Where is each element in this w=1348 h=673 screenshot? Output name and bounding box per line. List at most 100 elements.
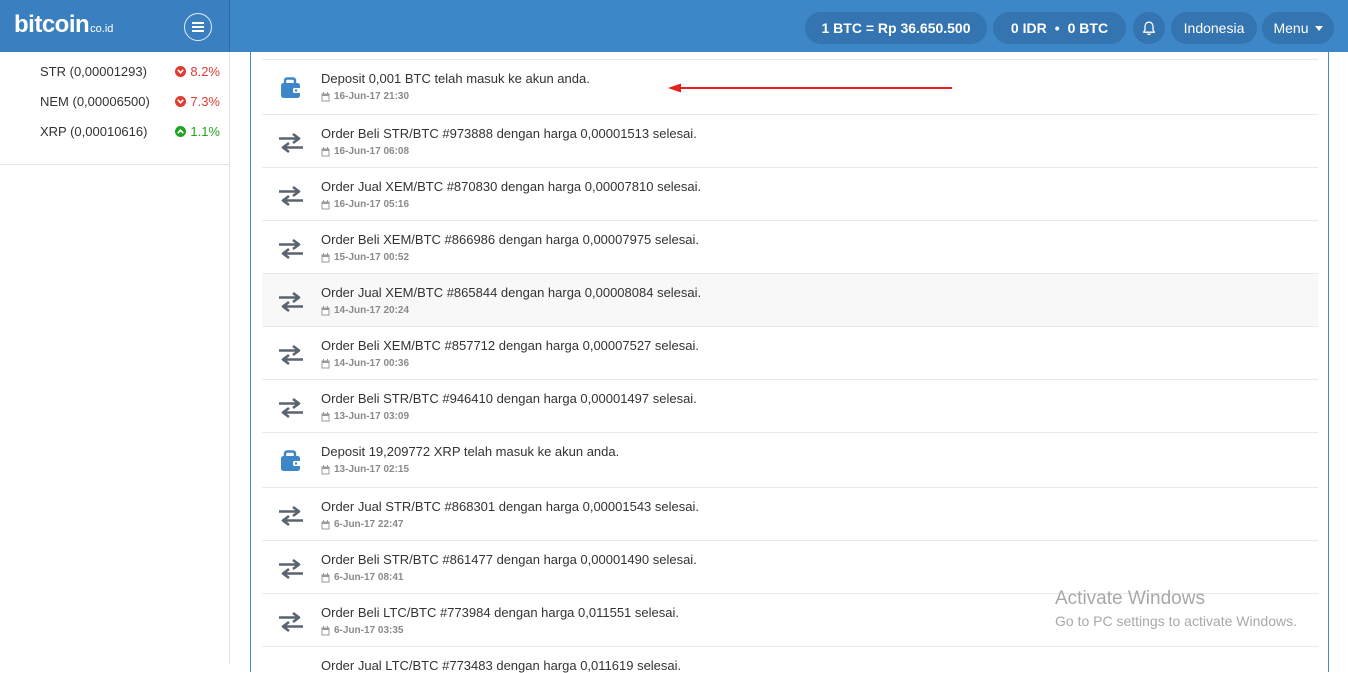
ticker-pair: NEM (0,00006500) [40, 94, 150, 109]
calendar-icon [321, 411, 330, 421]
logo[interactable]: bitcoinco.id [14, 11, 113, 39]
exchange-arrows-icon [279, 185, 303, 207]
arrow-up-icon [175, 126, 187, 137]
activity-panel: Deposit 0,001 BTC telah masuk ke akun an… [250, 52, 1329, 673]
activity-time: 16-Jun-17 05:16 [321, 199, 409, 210]
ticker-change: 7.3% [175, 94, 220, 109]
btc-rate-pill[interactable]: 1 BTC = Rp 36.650.500 [805, 12, 987, 44]
ticker-item[interactable]: NEM (0,00006500) 7.3% [40, 92, 220, 112]
exchange-arrows-icon [279, 238, 303, 260]
activity-time: 6-Jun-17 22:47 [321, 519, 403, 530]
ticker-change-value: 7.3% [190, 94, 220, 109]
activity-time: 6-Jun-17 08:41 [321, 572, 403, 583]
hamburger-icon [192, 22, 204, 32]
calendar-icon [321, 91, 330, 101]
activity-time-value: 16-Jun-17 21:30 [334, 91, 410, 102]
arrow-down-icon [175, 66, 187, 77]
ticker-change: 1.1% [175, 124, 220, 139]
activity-message: Deposit 0,001 BTC telah masuk ke akun an… [321, 71, 590, 86]
activity-time-value: 15-Jun-17 00:52 [334, 252, 410, 263]
bell-icon [1142, 21, 1156, 35]
language-selector[interactable]: Indonesia [1171, 12, 1257, 44]
balance-btc: 0 BTC [1067, 20, 1109, 36]
activity-message: Deposit 19,209772 XRP telah masuk ke aku… [321, 444, 620, 459]
balance-idr: 0 IDR [1010, 20, 1047, 36]
balance-pill[interactable]: 0 IDR • 0 BTC [993, 12, 1126, 44]
ticker-change-value: 1.1% [190, 124, 220, 139]
activity-item[interactable]: Order Beli STR/BTC #973888 dengan harga … [262, 115, 1318, 168]
activity-message: Order Jual STR/BTC #868301 dengan harga … [321, 499, 699, 514]
activity-item[interactable]: Order Beli STR/BTC #946410 dengan harga … [262, 380, 1318, 433]
language-label: Indonesia [1183, 20, 1245, 36]
watermark-subtitle: Go to PC settings to activate Windows. [1055, 613, 1297, 629]
annotation-arrow [668, 83, 952, 93]
calendar-icon [321, 358, 330, 368]
activity-item[interactable]: Order Beli XEM/BTC #857712 dengan harga … [262, 327, 1318, 380]
activity-time: 13-Jun-17 02:15 [321, 464, 409, 475]
activity-item[interactable]: Deposit 19,209772 XRP telah masuk ke aku… [262, 433, 1318, 488]
activity-item[interactable]: Order Jual LTC/BTC #773483 dengan harga … [262, 647, 1318, 673]
brand-area: bitcoinco.id [0, 0, 230, 52]
exchange-arrows-icon [279, 611, 303, 633]
exchange-arrows-icon [279, 132, 303, 154]
chevron-down-icon [1314, 25, 1323, 31]
activity-time-value: 14-Jun-17 20:24 [334, 305, 410, 316]
activity-time: 15-Jun-17 00:52 [321, 252, 409, 263]
activity-time: 13-Jun-17 03:09 [321, 411, 409, 422]
activity-time: 6-Jun-17 03:35 [321, 625, 403, 636]
activity-time-value: 13-Jun-17 03:09 [334, 411, 410, 422]
market-ticker-list: STR (0,00001293) 8.2% NEM (0,00006500) 7… [0, 52, 229, 165]
activity-item[interactable]: Order Jual XEM/BTC #865844 dengan harga … [262, 274, 1318, 327]
exchange-arrows-icon [279, 558, 303, 580]
menu-dropdown-button[interactable]: Menu [1262, 12, 1334, 44]
calendar-icon [321, 625, 330, 635]
calendar-icon [321, 199, 330, 209]
ticker-change: 8.2% [175, 64, 220, 79]
calendar-icon [321, 519, 330, 529]
exchange-arrows-icon [279, 505, 303, 527]
activity-time: 14-Jun-17 20:24 [321, 305, 409, 316]
wallet-icon [281, 450, 301, 471]
activity-time: 16-Jun-17 21:30 [321, 91, 409, 102]
notifications-button[interactable] [1133, 12, 1165, 44]
logo-suffix: co.id [90, 23, 114, 35]
ticker-item[interactable]: XRP (0,00010616) 1.1% [40, 122, 220, 142]
calendar-icon [321, 305, 330, 315]
ticker-item[interactable]: STR (0,00001293) 8.2% [40, 62, 220, 82]
activity-time-value: 6-Jun-17 22:47 [334, 519, 404, 530]
sidebar: STR (0,00001293) 8.2% NEM (0,00006500) 7… [0, 52, 230, 664]
menu-label: Menu [1273, 20, 1309, 36]
exchange-arrows-icon [279, 344, 303, 366]
sidebar-toggle-button[interactable] [184, 13, 212, 41]
activity-time-value: 13-Jun-17 02:15 [334, 464, 410, 475]
exchange-arrows-icon [279, 291, 303, 313]
logo-text: bitcoin [14, 11, 90, 38]
calendar-icon [321, 464, 330, 474]
activity-message: Order Jual LTC/BTC #773483 dengan harga … [321, 658, 682, 673]
activity-time-value: 14-Jun-17 00:36 [334, 358, 410, 369]
activity-message: Order Jual XEM/BTC #870830 dengan harga … [321, 179, 702, 194]
activity-time-value: 16-Jun-17 06:08 [334, 146, 410, 157]
balance-separator: • [1054, 20, 1060, 36]
activity-time-value: 16-Jun-17 05:16 [334, 199, 410, 210]
ticker-pair: XRP (0,00010616) [40, 124, 148, 139]
activity-message: Order Beli STR/BTC #973888 dengan harga … [321, 126, 697, 141]
activity-item[interactable]: Order Beli XEM/BTC #866986 dengan harga … [262, 221, 1318, 274]
activity-message: Order Beli STR/BTC #946410 dengan harga … [321, 391, 697, 406]
activity-item[interactable]: Order Beli STR/BTC #861477 dengan harga … [262, 541, 1318, 594]
arrow-down-icon [175, 96, 187, 107]
activity-item[interactable]: Order Jual STR/BTC #868301 dengan harga … [262, 488, 1318, 541]
activation-watermark: Activate Windows Go to PC settings to ac… [1055, 588, 1297, 629]
activity-time-value: 6-Jun-17 08:41 [334, 572, 404, 583]
calendar-icon [321, 146, 330, 156]
activity-time-value: 6-Jun-17 03:35 [334, 625, 404, 636]
activity-item[interactable]: Order Jual XEM/BTC #870830 dengan harga … [262, 168, 1318, 221]
activity-message: Order Beli XEM/BTC #866986 dengan harga … [321, 232, 699, 247]
activity-time: 16-Jun-17 06:08 [321, 146, 409, 157]
ticker-pair: STR (0,00001293) [40, 64, 147, 79]
watermark-title: Activate Windows [1055, 588, 1205, 609]
calendar-icon [321, 572, 330, 582]
activity-message: Order Beli XEM/BTC #857712 dengan harga … [321, 338, 699, 353]
activity-message: Order Beli STR/BTC #861477 dengan harga … [321, 552, 697, 567]
top-navbar: bitcoinco.id 1 BTC = Rp 36.650.500 0 IDR… [0, 0, 1348, 52]
